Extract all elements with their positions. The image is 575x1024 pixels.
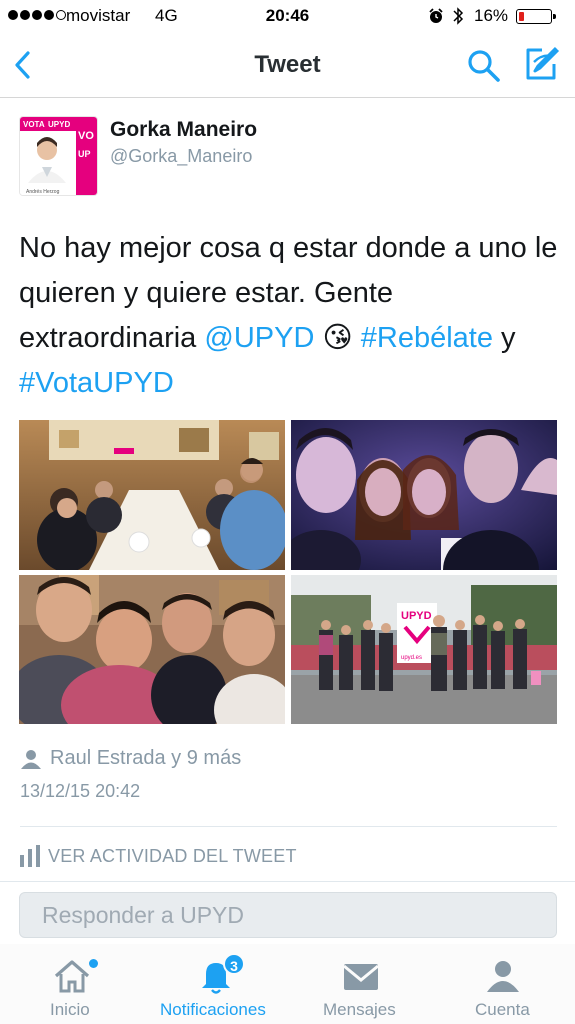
mention-link[interactable]: @UPYD — [204, 322, 314, 354]
favorited-by[interactable]: Raul Estrada y 9 más — [20, 747, 241, 770]
view-activity-label: VER ACTIVIDAD DEL TWEET — [48, 845, 297, 866]
avatar-brand-text: UPYD — [48, 120, 70, 129]
svg-text:VO: VO — [78, 130, 94, 142]
notification-badge: 3 — [223, 953, 245, 975]
author-name[interactable]: Gorka Maneiro — [110, 118, 257, 142]
reply-box[interactable] — [19, 892, 557, 938]
tab-home-label: Inicio — [50, 1000, 90, 1019]
alarm-icon — [429, 8, 443, 23]
bluetooth-icon — [453, 7, 464, 25]
avatar-image: VOTA UPYD VO UP Andrés Herzog — [20, 117, 97, 195]
status-bar: movistar 4G 20:46 16% — [0, 0, 575, 32]
divider — [20, 826, 557, 827]
reply-input[interactable] — [20, 893, 556, 937]
banner-url: upyd.es — [401, 655, 422, 661]
hashtag-link[interactable]: #Rebélate — [361, 322, 493, 354]
person-icon — [21, 749, 41, 769]
bar-chart-icon — [20, 845, 40, 867]
search-icon[interactable] — [466, 48, 502, 84]
home-icon — [54, 960, 90, 993]
tab-notifications[interactable]: 3 Notificaciones — [160, 944, 272, 1024]
svg-text:UP: UP — [78, 149, 91, 159]
avatar-vota-text: VOTA — [23, 120, 45, 129]
battery-percent: 16% — [474, 6, 509, 25]
person-icon — [487, 961, 519, 992]
tweet-timestamp: 13/12/15 20:42 — [20, 781, 141, 801]
divider — [0, 881, 575, 882]
tweet-text-conjunction: y — [492, 322, 516, 354]
tweet-photo-dinner[interactable] — [19, 420, 285, 570]
tweet-photo-street[interactable]: UPYD upyd.es — [291, 575, 557, 724]
avatar[interactable]: VOTA UPYD VO UP Andrés Herzog — [19, 116, 98, 196]
view-activity-button[interactable]: VER ACTIVIDAD DEL TWEET — [20, 845, 297, 867]
tab-messages[interactable]: Mensajes — [320, 944, 400, 1024]
tab-home[interactable]: Inicio — [32, 944, 112, 1024]
favorited-by-label: Raul Estrada y 9 más — [50, 747, 242, 769]
compose-icon[interactable] — [522, 44, 560, 82]
tab-account[interactable]: Cuenta — [463, 944, 543, 1024]
new-content-dot — [89, 959, 98, 968]
tab-messages-label: Mensajes — [323, 1000, 396, 1019]
avatar-caption: Andrés Herzog — [26, 189, 60, 195]
navigation-bar: Tweet — [0, 32, 575, 98]
tweet-photo-selfie[interactable] — [291, 420, 557, 570]
tweet-photo-group[interactable] — [19, 575, 285, 724]
tab-account-label: Cuenta — [475, 1000, 530, 1019]
tab-notifications-label: Notificaciones — [160, 1000, 266, 1019]
envelope-icon — [343, 964, 379, 990]
battery-icon — [516, 9, 556, 24]
tweet-text: No hay mejor cosa q estar donde a uno le… — [19, 226, 564, 406]
tab-bar: Inicio 3 Notificaciones Mensajes Cuenta — [0, 944, 575, 1024]
author-handle[interactable]: @Gorka_Maneiro — [110, 146, 252, 167]
banner-text: UPYD — [401, 610, 432, 622]
hashtag-link[interactable]: #VotaUPYD — [19, 367, 174, 399]
emoji-kiss: 😘 — [322, 322, 353, 354]
